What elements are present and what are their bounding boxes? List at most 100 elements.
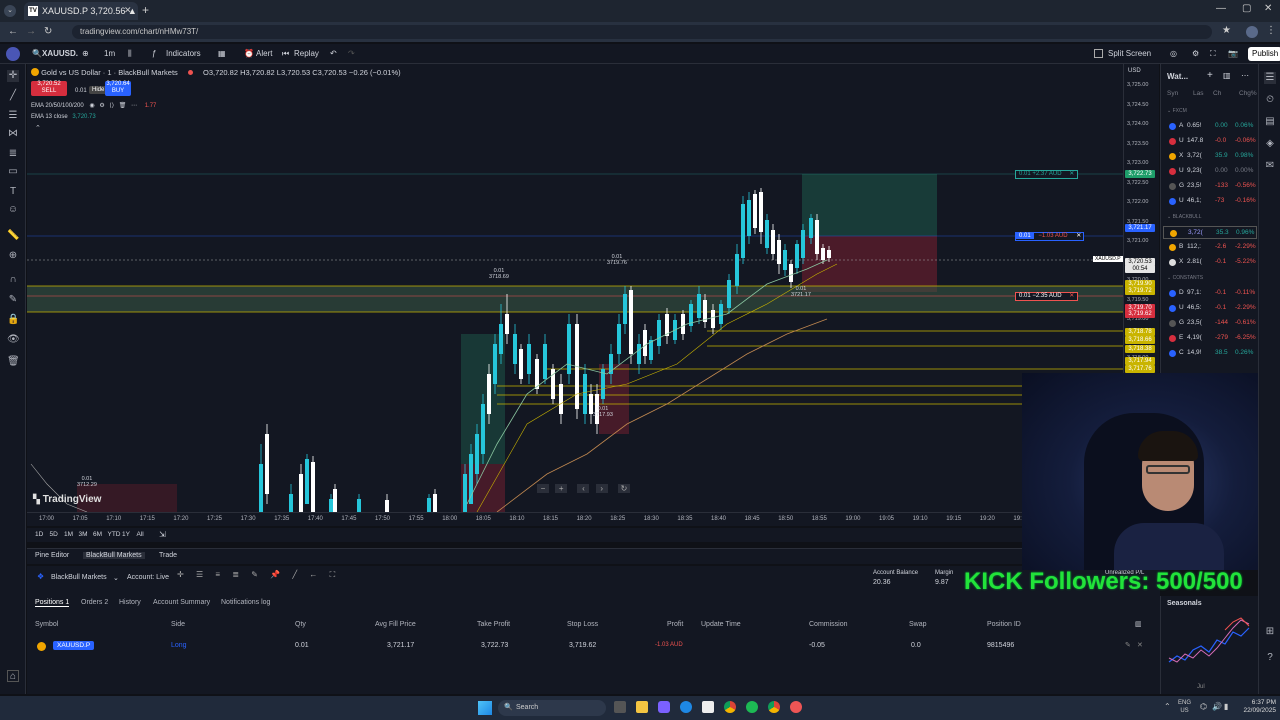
ema13-legend[interactable]: EMA 13 close 3,720.73 [31, 114, 96, 120]
task-view-icon[interactable] [614, 701, 626, 713]
minimize-icon[interactable]: — [1216, 3, 1226, 14]
brush-tool-icon[interactable]: ✎ [251, 570, 258, 579]
browser-menu-icon[interactable]: ⋮ [1266, 25, 1276, 36]
taskbar-search[interactable]: 🔍 Search [498, 700, 606, 716]
spotify-icon[interactable] [746, 701, 758, 713]
layers-icon[interactable]: ◈ [1264, 138, 1276, 150]
panel-tab[interactable]: History [119, 599, 141, 606]
column-settings-icon[interactable]: ▥ [1135, 620, 1142, 628]
publish-button[interactable]: Publish [1248, 47, 1280, 61]
alert-icon[interactable]: ⏰ [244, 47, 254, 61]
forward-icon[interactable]: → [26, 26, 36, 37]
trade-marker-5[interactable]: 0.01 3712.29 [77, 476, 97, 488]
delete-icon[interactable]: 🗑 [119, 103, 127, 109]
range-1y[interactable]: 1Y [122, 531, 130, 538]
panel-tab[interactable]: Positions 1 [35, 599, 70, 607]
watchlist-row[interactable]: U 46,1; -73 -0.16% [1163, 195, 1257, 208]
range-5d[interactable]: 5D [50, 531, 58, 538]
app-icon-1[interactable] [658, 701, 670, 713]
scroll-right-icon[interactable]: › [595, 484, 608, 493]
entry-order-label[interactable]: 0.01 −1.03 AUD ✕ [1015, 232, 1085, 241]
apps-grid-icon[interactable]: ⊞ [1264, 626, 1276, 638]
scroll-left-icon[interactable]: ‹ [577, 484, 590, 493]
chrome-icon-1[interactable] [724, 701, 736, 713]
trend-line-icon[interactable]: ╱ [7, 90, 19, 102]
shapes-icon[interactable]: ▭ [7, 166, 19, 178]
watchlist-row[interactable]: U 147.8 -0.0 -0.06% [1163, 135, 1257, 148]
horizontal-lines-icon[interactable]: ☰ [7, 110, 19, 122]
back-icon[interactable]: ← [8, 26, 18, 37]
url-input[interactable]: tradingview.com/chart/nHMw73T/ [72, 25, 1212, 39]
positions-column-header[interactable]: Position ID [987, 621, 1021, 628]
pattern-icon[interactable]: ⋈ [7, 128, 19, 140]
buy-button[interactable]: 3,720.64 BUY [105, 81, 131, 96]
app-icon-2[interactable] [702, 701, 714, 713]
watchlist-row[interactable]: G 23,5! -133 -0.56% [1163, 180, 1257, 193]
range-all[interactable]: All [137, 531, 144, 538]
close-position-icon[interactable]: ✕ [1137, 641, 1143, 649]
source-code-icon[interactable]: ⟨⟩ [109, 103, 114, 109]
edit-position-icon[interactable]: ✎ [1125, 641, 1131, 649]
chart-title[interactable]: Gold vs US Dollar · 1 · BlackBull Market… [41, 68, 178, 77]
replay-button[interactable]: Replay [294, 47, 319, 61]
maximize-icon[interactable]: ▢ [1242, 3, 1251, 14]
currency-label[interactable]: USD [1128, 68, 1141, 74]
watchlist-row[interactable]: U 9,23(0.00 0.00% [1163, 165, 1257, 178]
replay-icon[interactable]: ⏮ [282, 47, 289, 61]
price-chart[interactable]: Gold vs US Dollar · 1 · BlackBull Market… [27, 64, 1123, 512]
watchlist-layout-icon[interactable]: ▥ [1223, 71, 1231, 80]
windows-start-icon[interactable] [478, 701, 492, 715]
positions-column-header[interactable]: Stop Loss [567, 621, 598, 628]
trade-marker-3[interactable]: 0.01 3721.17 [791, 286, 811, 298]
tp-order-label[interactable]: 0.01 +2.37 AUD ✕ [1015, 170, 1079, 179]
order-qty[interactable]: 0.01 [75, 88, 87, 94]
positions-column-header[interactable]: Symbol [35, 621, 58, 628]
positions-column-header[interactable]: Swap [909, 621, 927, 628]
watchlist-column-header[interactable]: Chg% [1239, 90, 1257, 97]
trade-marker-4[interactable]: 0.01 3717.93 [593, 406, 613, 418]
panel-tab[interactable]: Notifications log [221, 599, 270, 606]
panel-tab[interactable]: Orders 2 [81, 599, 108, 606]
magnet-icon[interactable]: ∩ [7, 274, 19, 286]
trash-icon[interactable]: 🗑 [7, 356, 20, 368]
line-tool-icon[interactable]: ╱ [292, 570, 297, 579]
settings-gear-icon[interactable]: ⚙ [1192, 47, 1199, 61]
app-icon-3[interactable] [790, 701, 802, 713]
bottom-tab[interactable]: Trade [159, 552, 177, 559]
alert-button[interactable]: Alert [256, 47, 272, 61]
watchlist-column-header[interactable]: Ch [1213, 90, 1221, 97]
lines-tool-icon[interactable]: ☰ [196, 570, 203, 579]
text-icon[interactable]: T [7, 186, 19, 198]
broker-selector[interactable]: BlackBull Markets [51, 574, 107, 581]
watchlist-row[interactable]: 3,72(35.3 0.96% [1163, 226, 1257, 239]
range-1d[interactable]: 1D [35, 531, 43, 538]
more-icon[interactable]: ⋯ [131, 103, 137, 109]
watchlist-row[interactable]: D 97,1: -0.1 -0.11% [1163, 287, 1257, 300]
snapshot-camera-icon[interactable]: 📷 [1228, 47, 1238, 61]
eye-icon[interactable]: ◉ [89, 103, 94, 109]
reset-chart-icon[interactable]: ↻ [617, 484, 630, 493]
watchlist-row[interactable]: C 14,9! 38.5 0.26% [1163, 347, 1257, 360]
tradingview-watermark[interactable]: ▚ TradingView [33, 494, 101, 505]
candle-type-icon[interactable]: ⫼ [128, 47, 132, 61]
indicators-button[interactable]: Indicators [166, 47, 201, 61]
crosshair-icon[interactable]: ✛ [7, 70, 19, 82]
watchlist-row[interactable]: B 112,: -2.6 -2.29% [1163, 241, 1257, 254]
emoji-icon[interactable]: ☺ [7, 204, 19, 216]
clock[interactable]: 6:37 PM 22/09/2025 [1238, 699, 1276, 715]
layouts-icon[interactable]: ▦ [218, 47, 226, 61]
tab-search-icon[interactable]: ⌄ [4, 5, 16, 17]
chat-icon[interactable]: ✉ [1264, 160, 1276, 172]
close-window-icon[interactable]: ✕ [1264, 3, 1272, 14]
object-tree-icon[interactable]: ⌂ [7, 670, 19, 682]
undo-icon[interactable]: ↶ [330, 47, 337, 61]
watchlist-more-icon[interactable]: ⋯ [1241, 71, 1249, 80]
positions-column-header[interactable]: Qty [295, 621, 306, 628]
position-symbol[interactable]: XAUUSD.P [53, 641, 95, 650]
lock-icon[interactable]: 🔒 [7, 314, 19, 326]
sell-button[interactable]: 3,720.52 SELL [31, 81, 67, 96]
goto-date-icon[interactable]: ⇲ [159, 530, 166, 539]
tray-chevron-icon[interactable]: ⌃ [1164, 702, 1171, 711]
panel-tab[interactable]: Account Summary [153, 599, 210, 606]
search-icon[interactable]: 🔍 [32, 47, 42, 61]
